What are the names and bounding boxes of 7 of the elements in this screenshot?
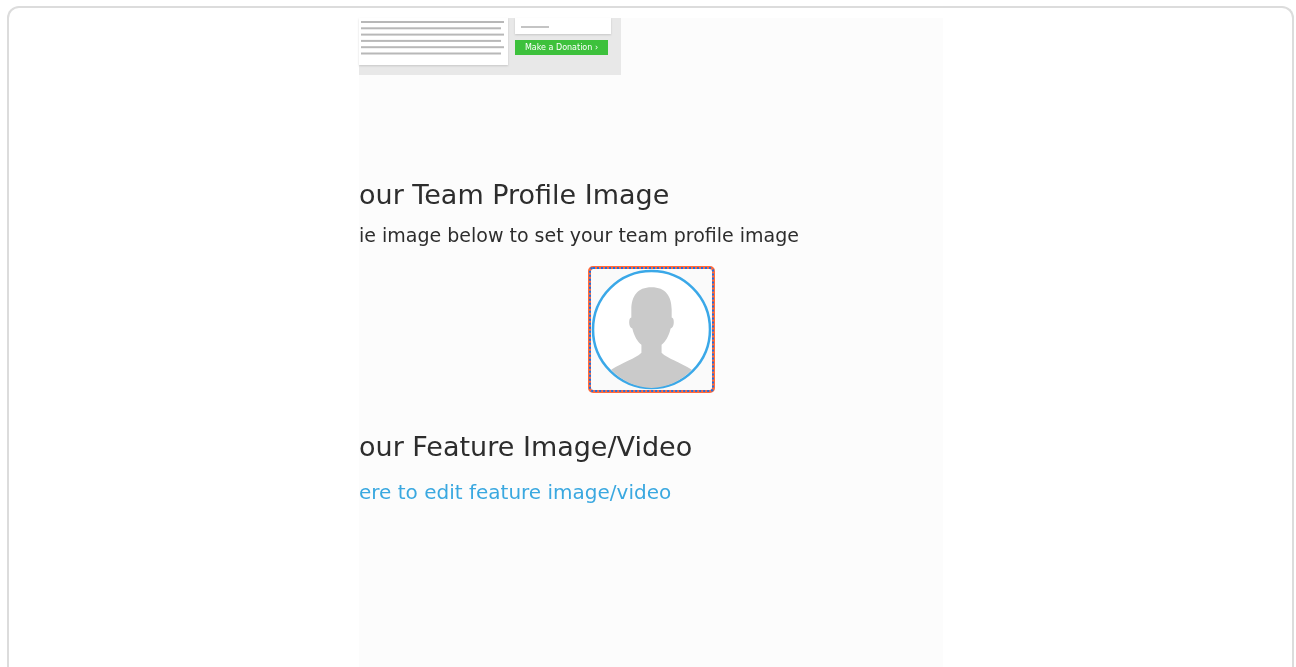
section-heading: our Feature Image/Video	[359, 431, 693, 462]
avatar-silhouette-icon	[591, 269, 712, 390]
instruction-text: ie image below to set your team profile image	[359, 224, 799, 246]
donate-button[interactable]: Make a Donation ›	[515, 40, 608, 55]
section-heading: our Team Profile Image	[359, 179, 670, 210]
edit-feature-link[interactable]: ere to edit feature image/video	[359, 480, 672, 504]
avatar-image-button[interactable]	[588, 266, 715, 393]
